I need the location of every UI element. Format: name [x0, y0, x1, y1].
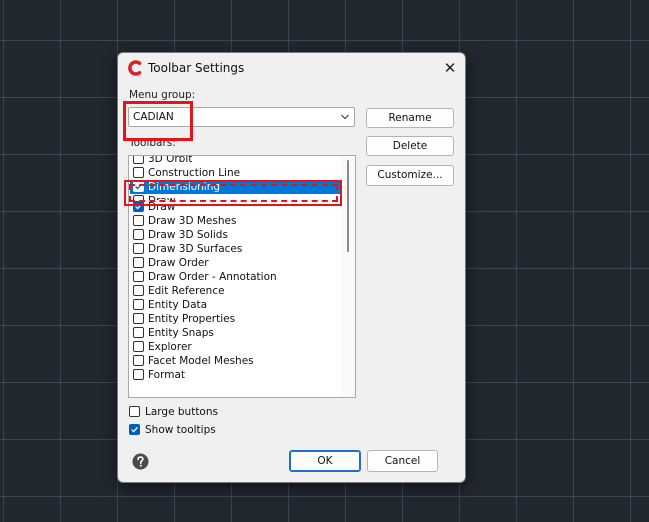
cancel-button[interactable]: Cancel — [367, 450, 438, 472]
toolbar-checkbox[interactable] — [133, 369, 144, 380]
toolbar-list-item[interactable]: Entity Data — [130, 298, 341, 312]
highlight-dashed-dimensioning — [129, 184, 338, 202]
toolbar-checkbox[interactable] — [133, 257, 144, 268]
toolbar-checkbox[interactable] — [133, 341, 144, 352]
toolbar-item-label: 3D Orbit — [148, 155, 193, 165]
toolbar-item-label: Entity Properties — [148, 313, 236, 325]
toolbar-list-item[interactable]: Entity Snaps — [130, 326, 341, 340]
customize-button[interactable]: Customize... — [366, 165, 454, 186]
chevron-down-icon — [341, 114, 349, 120]
show-tooltips-option[interactable]: Show tooltips — [129, 423, 329, 437]
scrollbar-thumb[interactable] — [347, 160, 349, 252]
toolbar-list-item[interactable]: Draw Order — [130, 256, 341, 270]
large-buttons-label: Large buttons — [145, 406, 218, 418]
toolbar-list-item[interactable]: Explorer — [130, 340, 341, 354]
toolbar-item-label: Draw 3D Surfaces — [148, 243, 243, 255]
toolbar-checkbox[interactable] — [133, 243, 144, 254]
toolbar-item-label: Facet Model Meshes — [148, 355, 254, 367]
close-button[interactable]: ✕ — [440, 58, 460, 78]
toolbar-checkbox[interactable] — [133, 355, 144, 366]
toolbar-checkbox[interactable] — [133, 327, 144, 338]
toolbar-list-item[interactable]: Draw 3D Solids — [130, 228, 341, 242]
ok-button[interactable]: OK — [289, 450, 361, 472]
toolbar-checkbox[interactable] — [133, 229, 144, 240]
toolbar-list-item[interactable]: Facet Model Meshes — [130, 354, 341, 368]
toolbar-item-label: Edit Reference — [148, 285, 225, 297]
toolbar-checkbox[interactable] — [133, 167, 144, 178]
title-bar: Toolbar Settings ✕ — [118, 53, 465, 83]
toolbar-list-item[interactable]: Draw 3D Meshes — [130, 214, 341, 228]
toolbar-item-label: Draw 3D Meshes — [148, 215, 237, 227]
large-buttons-checkbox[interactable] — [129, 406, 140, 417]
toolbar-checkbox[interactable] — [133, 285, 144, 296]
toolbar-list-item[interactable]: 3D Orbit — [130, 155, 341, 166]
toolbar-item-label: Entity Data — [148, 299, 208, 311]
delete-button[interactable]: Delete — [366, 136, 454, 156]
toolbar-list-item[interactable]: Draw Order - Annotation — [130, 270, 341, 284]
toolbar-item-label: Entity Snaps — [148, 327, 214, 339]
toolbar-item-label: Construction Line — [148, 167, 241, 179]
cadian-logo-icon — [128, 60, 142, 76]
toolbar-item-label: Draw 3D Solids — [148, 229, 228, 241]
checkmark-icon — [131, 426, 138, 433]
toolbar-item-label: Draw Order — [148, 257, 209, 269]
menu-group-label: Menu group: — [129, 89, 196, 101]
highlight-box-menu-group — [123, 101, 193, 141]
toolbar-checkbox[interactable] — [133, 299, 144, 310]
toolbar-settings-dialog: Toolbar Settings ✕ Menu group: CADIAN To… — [117, 52, 466, 483]
toolbar-checkbox[interactable] — [133, 313, 144, 324]
show-tooltips-label: Show tooltips — [145, 424, 216, 436]
toolbar-checkbox[interactable] — [133, 215, 144, 226]
show-tooltips-checkbox[interactable] — [129, 424, 140, 435]
toolbar-list-item[interactable]: Construction Line — [130, 166, 341, 180]
toolbar-list-item[interactable]: Entity Properties — [130, 312, 341, 326]
toolbar-item-label: Format — [148, 369, 186, 381]
toolbar-list-item[interactable]: Draw 3D Surfaces — [130, 242, 341, 256]
toolbar-checkbox[interactable] — [133, 271, 144, 282]
toolbar-item-label: Draw Order - Annotation — [148, 271, 277, 283]
large-buttons-option[interactable]: Large buttons — [129, 405, 329, 419]
toolbar-list-item[interactable]: Format — [130, 368, 341, 382]
dialog-title: Toolbar Settings — [148, 61, 245, 75]
toolbar-item-label: Explorer — [148, 341, 192, 353]
toolbar-checkbox[interactable] — [133, 156, 144, 164]
toolbar-list-item[interactable]: Edit Reference — [130, 284, 341, 298]
vertical-scrollbar[interactable] — [341, 156, 355, 397]
help-icon[interactable] — [132, 453, 149, 470]
rename-button[interactable]: Rename — [366, 108, 454, 128]
